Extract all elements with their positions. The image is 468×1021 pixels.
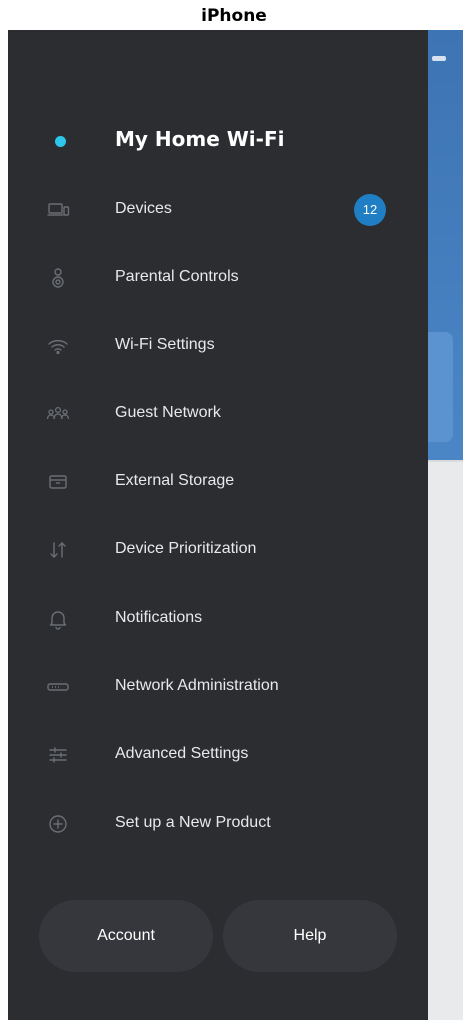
plus-circle-icon [46, 812, 70, 836]
menu-item-network-administration[interactable]: Network Administration [8, 665, 428, 709]
menu-label-setup-new-product: Set up a New Product [115, 814, 271, 831]
menu-label-external-storage: External Storage [115, 472, 235, 489]
menu-item-notifications[interactable]: Notifications [8, 597, 428, 641]
menu-label-guest-network: Guest Network [115, 404, 221, 421]
drawer-title[interactable]: My Home Wi-Fi [115, 127, 284, 151]
device-label: iPhone [201, 6, 267, 26]
account-button[interactable]: Account [39, 900, 213, 972]
prioritization-icon [46, 538, 70, 562]
menu-label-network-administration: Network Administration [115, 677, 279, 694]
menu-item-devices[interactable]: Devices 12 [8, 188, 428, 232]
devices-count-badge: 12 [354, 194, 386, 226]
menu-item-setup-new-product[interactable]: Set up a New Product [8, 802, 428, 846]
phone-screen: My Home Wi-Fi Devices 12 Parental Contro… [8, 30, 463, 1020]
menu-item-wifi-settings[interactable]: Wi-Fi Settings [8, 324, 428, 368]
help-button[interactable]: Help [223, 900, 397, 972]
guest-network-icon [46, 402, 70, 426]
menu-label-device-prioritization: Device Prioritization [115, 540, 257, 557]
background-indicator [432, 56, 446, 61]
wifi-icon [46, 334, 70, 358]
menu-label-devices: Devices [115, 200, 172, 217]
menu-item-external-storage[interactable]: External Storage [8, 460, 428, 504]
active-network-dot [55, 136, 66, 147]
navigation-drawer: My Home Wi-Fi Devices 12 Parental Contro… [8, 30, 428, 1020]
menu-item-guest-network[interactable]: Guest Network [8, 392, 428, 436]
storage-icon [46, 470, 70, 494]
menu-label-parental-controls: Parental Controls [115, 268, 239, 285]
menu-item-device-prioritization[interactable]: Device Prioritization [8, 528, 428, 572]
menu-label-advanced-settings: Advanced Settings [115, 745, 249, 762]
router-icon [46, 675, 70, 699]
bell-icon [46, 607, 70, 631]
menu-item-parental-controls[interactable]: Parental Controls [8, 256, 428, 300]
parental-controls-icon [46, 266, 70, 290]
menu-label-wifi-settings: Wi-Fi Settings [115, 336, 215, 353]
menu-label-notifications: Notifications [115, 609, 203, 626]
menu-item-advanced-settings[interactable]: Advanced Settings [8, 733, 428, 777]
devices-icon [46, 198, 70, 222]
sliders-icon [46, 743, 70, 767]
